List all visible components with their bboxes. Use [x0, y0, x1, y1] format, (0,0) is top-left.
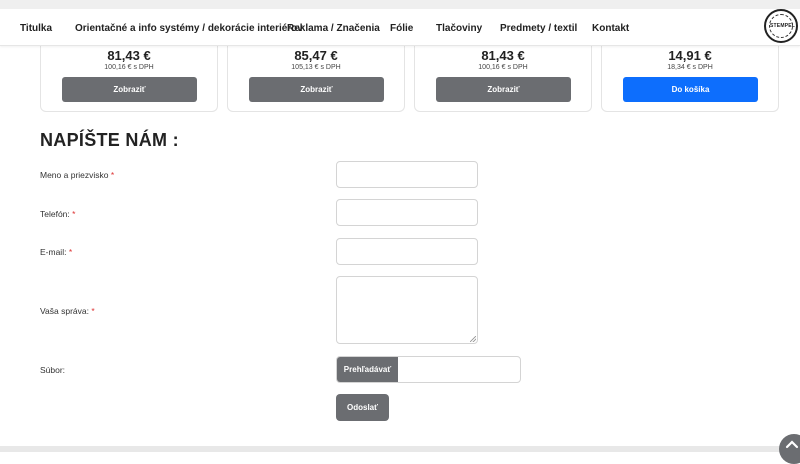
email-label-text: E-mail: [40, 247, 67, 257]
view-product-button[interactable]: Zobraziť [62, 77, 197, 102]
nav-item-titulka[interactable]: Titulka [20, 23, 52, 34]
phone-label-text: Telefón: [40, 209, 70, 219]
nav-item-predmety-textil[interactable]: Predmety / textil [500, 23, 577, 34]
submit-button[interactable]: Odoslať [336, 394, 389, 421]
required-mark: * [110, 170, 115, 180]
product-price: 81,43 € [107, 48, 151, 63]
file-input[interactable]: Prehľadávať [336, 356, 521, 383]
required-mark: * [72, 209, 76, 219]
nav-item-tlacoviny[interactable]: Tlačoviny [436, 23, 482, 34]
browse-button[interactable]: Prehľadávať [337, 357, 398, 382]
phone-label: Telefón: * [40, 209, 75, 219]
chevron-up-icon [785, 440, 799, 449]
footer-strip [0, 446, 800, 452]
name-label: Meno a priezvisko * [40, 170, 114, 180]
product-card: 81,43 € 100,16 € s DPH Zobraziť [414, 44, 592, 112]
scroll-to-top-button[interactable] [779, 434, 800, 464]
view-product-button[interactable]: Zobraziť [249, 77, 384, 102]
product-price-vat: 100,16 € s DPH [478, 64, 528, 71]
product-price: 81,43 € [481, 48, 525, 63]
product-price-vat: 100,16 € s DPH [104, 64, 154, 71]
nav-item-kontakt[interactable]: Kontakt [592, 23, 629, 34]
product-card: 81,43 € 100,16 € s DPH Zobraziť [40, 44, 218, 112]
product-price: 85,47 € [294, 48, 338, 63]
nav-item-reklama[interactable]: Reklama / Značenia [287, 23, 380, 34]
email-field[interactable] [336, 238, 478, 265]
name-field[interactable] [336, 161, 478, 188]
message-label-text: Vaša správa: [40, 306, 89, 316]
file-label: Súbor: [40, 365, 65, 375]
nav-item-orientacne-systemy[interactable]: Orientačné a info systémy / dekorácie in… [75, 23, 303, 34]
site-logo[interactable]: STEMPEL [764, 9, 798, 43]
product-price: 14,91 € [668, 48, 712, 63]
message-label: Vaša správa: * [40, 306, 95, 316]
site-header: Titulka Orientačné a info systémy / deko… [0, 0, 800, 46]
add-to-cart-button[interactable]: Do košíka [623, 77, 758, 102]
phone-field[interactable] [336, 199, 478, 226]
required-mark: * [91, 306, 95, 316]
name-label-text: Meno a priezvisko [40, 170, 109, 180]
message-textarea[interactable] [336, 276, 478, 344]
view-product-button[interactable]: Zobraziť [436, 77, 571, 102]
product-price-vat: 18,34 € s DPH [667, 64, 713, 71]
product-price-vat: 105,13 € s DPH [291, 64, 341, 71]
file-label-text: Súbor: [40, 365, 66, 375]
nav-item-folie[interactable]: Fólie [390, 23, 413, 34]
email-label: E-mail: * [40, 247, 72, 257]
product-card: 85,47 € 105,13 € s DPH Zobraziť [227, 44, 405, 112]
contact-form-title: NAPÍŠTE NÁM : [40, 130, 179, 150]
resize-handle-icon[interactable] [470, 336, 476, 342]
required-mark: * [68, 247, 73, 257]
logo-seal: STEMPEL [769, 14, 796, 38]
product-card: 14,91 € 18,34 € s DPH Do košíka [601, 44, 779, 112]
logo-text: STEMPEL [770, 23, 796, 29]
